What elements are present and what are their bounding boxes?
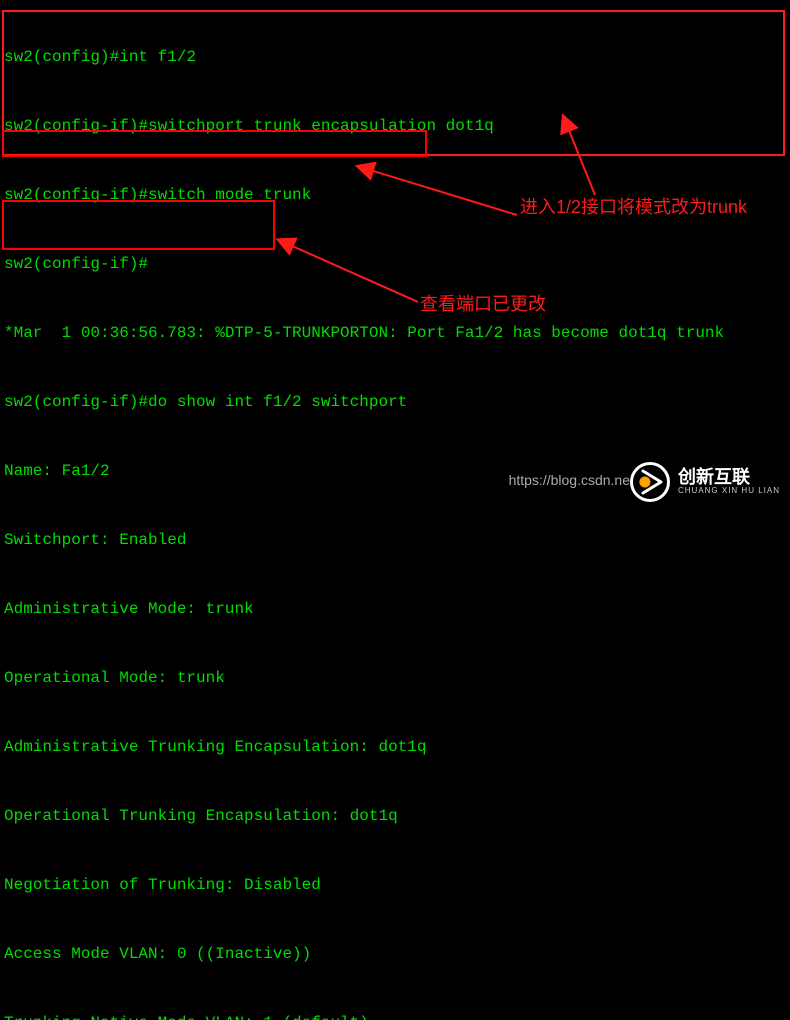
cli-line: sw2(config-if)#do show int f1/2 switchpo… bbox=[4, 391, 786, 414]
watermark-brand: 创新互联 bbox=[678, 468, 780, 487]
cli-line: sw2(config-if)#switchport trunk encapsul… bbox=[4, 115, 786, 138]
watermark-brand-sub: CHUANG XIN HU LIAN bbox=[678, 487, 780, 495]
cli-line: sw2(config-if)# bbox=[4, 253, 786, 276]
cli-line: Negotiation of Trunking: Disabled bbox=[4, 874, 786, 897]
terminal-output: sw2(config)#int f1/2 sw2(config-if)#swit… bbox=[0, 0, 790, 1020]
watermark-url: https://blog.csdn.ne bbox=[509, 469, 630, 492]
watermark-logo-icon bbox=[630, 462, 670, 502]
cli-line: Access Mode VLAN: 0 ((Inactive)) bbox=[4, 943, 786, 966]
watermark-logo: 创新互联 CHUANG XIN HU LIAN bbox=[630, 462, 780, 502]
cli-line: *Mar 1 00:36:56.783: %DTP-5-TRUNKPORTON:… bbox=[4, 322, 786, 345]
cli-line: Operational Mode: trunk bbox=[4, 667, 786, 690]
cli-line: Administrative Trunking Encapsulation: d… bbox=[4, 736, 786, 759]
cli-line: sw2(config)#int f1/2 bbox=[4, 46, 786, 69]
cli-line: sw2(config-if)#switch mode trunk bbox=[4, 184, 786, 207]
cli-line: Operational Trunking Encapsulation: dot1… bbox=[4, 805, 786, 828]
cli-line: Trunking Native Mode VLAN: 1 (default) bbox=[4, 1012, 786, 1020]
cli-line: Administrative Mode: trunk bbox=[4, 598, 786, 621]
cli-line: Switchport: Enabled bbox=[4, 529, 786, 552]
